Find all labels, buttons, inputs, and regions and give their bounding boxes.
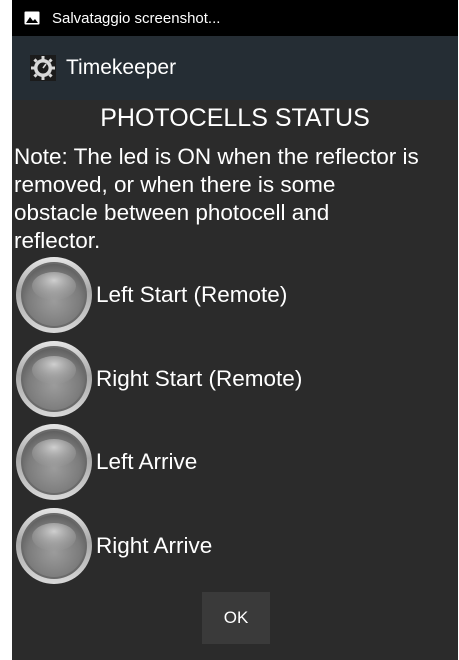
photocell-row-left-arrive: Left Arrive bbox=[12, 423, 458, 501]
note-text: Note: The led is ON when the reflector i… bbox=[14, 143, 456, 255]
app-title: Timekeeper bbox=[66, 56, 177, 79]
app-screen: Salvataggio screenshot... Timekeeper PHO… bbox=[12, 0, 458, 660]
led-off-icon bbox=[16, 257, 92, 333]
photocell-label: Left Arrive bbox=[96, 449, 198, 474]
ok-button[interactable]: OK bbox=[202, 592, 270, 644]
image-icon bbox=[24, 11, 40, 25]
action-bar: Timekeeper bbox=[12, 36, 458, 100]
status-notification-text: Salvataggio screenshot... bbox=[52, 9, 221, 27]
photocell-label: Right Start (Remote) bbox=[96, 366, 303, 391]
photocell-row-right-arrive: Right Arrive bbox=[12, 507, 458, 585]
page-title: PHOTOCELLS STATUS bbox=[100, 104, 370, 132]
note-line: obstacle between photocell and bbox=[14, 200, 330, 225]
photocell-label: Right Arrive bbox=[96, 533, 213, 558]
led-off-icon bbox=[16, 341, 92, 417]
gear-stopwatch-icon[interactable] bbox=[30, 55, 56, 81]
note-line: removed, or when there is some bbox=[14, 172, 336, 197]
photocell-row-left-start: Left Start (Remote) bbox=[12, 256, 458, 334]
led-off-icon bbox=[16, 508, 92, 584]
note-line: reflector. bbox=[14, 228, 101, 253]
status-bar: Salvataggio screenshot... bbox=[12, 0, 458, 36]
led-off-icon bbox=[16, 424, 92, 500]
photocell-label: Left Start (Remote) bbox=[96, 282, 288, 307]
note-line: Note: The led is ON when the reflector i… bbox=[14, 144, 419, 169]
photocell-row-right-start: Right Start (Remote) bbox=[12, 340, 458, 418]
